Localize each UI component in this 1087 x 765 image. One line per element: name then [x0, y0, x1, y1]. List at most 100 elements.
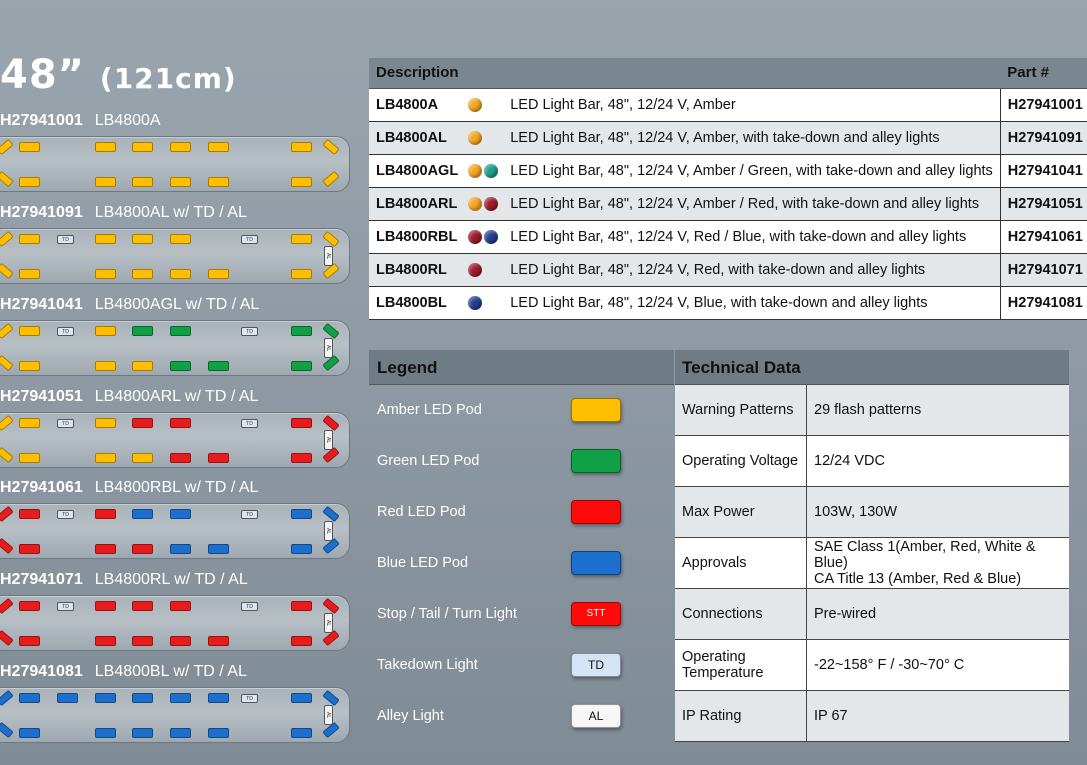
- legend-label: Amber LED Pod: [377, 402, 482, 418]
- led-pod: [208, 693, 229, 703]
- lightbar-model: LB4800AGL w/ TD / AL: [94, 296, 260, 313]
- led-pod: [19, 544, 40, 554]
- led-pod: [291, 142, 312, 152]
- lightbar-label: H27941001 LB4800A: [0, 112, 161, 130]
- tech-value: IP 67: [814, 708, 848, 724]
- led-pod: [19, 418, 40, 428]
- legend-label: Red LED Pod: [377, 504, 466, 520]
- led-pod: [132, 177, 153, 187]
- alley-pod: AL: [324, 338, 333, 358]
- takedown-pod: TD: [241, 694, 258, 703]
- led-pod: [95, 269, 116, 279]
- tech-row: Max Power 103W, 130W: [675, 487, 1069, 538]
- color-dot-icon: [468, 295, 483, 310]
- model-cell: LB4800AL: [369, 121, 466, 155]
- led-pod: [95, 509, 116, 519]
- corner-pod: [0, 354, 14, 372]
- led-pod: [95, 418, 116, 428]
- tech-value: SAE Class 1(Amber, Red, White & Blue) CA …: [814, 539, 1036, 587]
- tech-row: IP Rating IP 67: [675, 691, 1069, 742]
- led-pod: [19, 453, 40, 463]
- led-pod: [95, 728, 116, 738]
- takedown-pod: TD: [241, 327, 258, 336]
- led-pod: [19, 177, 40, 187]
- lightbar-label: H27941051 LB4800ARL w/ TD / AL: [0, 388, 258, 406]
- led-pod: [132, 636, 153, 646]
- color-dot-icon: [468, 163, 483, 178]
- led-pod: [19, 636, 40, 646]
- led-pod: [19, 693, 40, 703]
- led-pod: [291, 509, 312, 519]
- lightbar-drawing: [0, 136, 350, 192]
- color-dots-cell: [465, 253, 504, 287]
- technical-data-title: Technical Data: [675, 350, 1069, 385]
- led-pod: [291, 326, 312, 336]
- legend-label: Alley Light: [377, 708, 444, 724]
- tech-key: Operating Voltage: [675, 436, 807, 486]
- corner-pod: [0, 414, 14, 432]
- led-pod: [132, 361, 153, 371]
- corner-pod: [0, 537, 14, 555]
- led-pod: [95, 142, 116, 152]
- tech-key: Connections: [675, 589, 807, 639]
- legend-title: Legend: [369, 350, 674, 385]
- led-pod: [132, 728, 153, 738]
- lightbar-drawing: TDTDALAL: [0, 595, 350, 651]
- lightbar-block: H27941091LB4800AL w/ TD / ALTDTDALAL: [0, 204, 350, 284]
- led-pod: [208, 728, 229, 738]
- lightbar-block: H27941081LB4800BL w/ TD / ALTDALAL: [0, 663, 350, 743]
- table-row: LB4800RL LED Light Bar, 48", 12/24 V, Red…: [369, 253, 1087, 287]
- legend-label: Takedown Light: [377, 657, 478, 673]
- led-pod: [291, 544, 312, 554]
- legend-item: Blue LED Pod: [369, 538, 674, 589]
- led-pod: [208, 453, 229, 463]
- lightbar-label: H27941081 LB4800BL w/ TD / AL: [0, 663, 247, 681]
- led-pod: [170, 326, 191, 336]
- tech-row: Connections Pre-wired: [675, 589, 1069, 640]
- tech-value: 29 flash patterns: [814, 402, 922, 418]
- corner-pod: [322, 689, 340, 707]
- description-table: Description Part # LB4800A LED Light Bar,…: [369, 58, 1087, 320]
- part-number-cell: H27941091: [999, 121, 1087, 155]
- led-pod: [19, 601, 40, 611]
- page-title: 48” (121cm): [0, 52, 237, 98]
- led-pod: [132, 269, 153, 279]
- led-pod: [170, 269, 191, 279]
- tech-value: -22~158° F / -30~70° C: [814, 657, 965, 673]
- legend-item: Green LED Pod: [369, 436, 674, 487]
- alley-pod: AL: [324, 246, 333, 266]
- lightbar-part-number: H27941091: [0, 204, 83, 221]
- led-pod: [170, 142, 191, 152]
- model-cell: LB4800RL: [369, 253, 466, 287]
- led-pod: [19, 269, 40, 279]
- legend-label: Stop / Tail / Turn Light: [377, 606, 517, 622]
- led-pod: [208, 636, 229, 646]
- lightbar-label: H27941071 LB4800RL w/ TD / AL: [0, 571, 248, 589]
- led-pod: [95, 544, 116, 554]
- lightbar-part-number: H27941041: [0, 296, 83, 313]
- tech-value: Pre-wired: [814, 606, 877, 622]
- color-dots-cell: [465, 286, 504, 320]
- takedown-pod: TD: [241, 510, 258, 519]
- description-header: Description: [369, 58, 1001, 89]
- led-pod: [132, 509, 153, 519]
- color-dot-icon: [468, 97, 483, 112]
- size-metric: (121cm): [99, 62, 237, 95]
- led-pod: [132, 326, 153, 336]
- description-cell: LED Light Bar, 48", 12/24 V, Amber / Red…: [503, 187, 1001, 221]
- part-number-cell: H27941081: [999, 286, 1087, 320]
- corner-pod: [322, 322, 340, 340]
- part-number-cell: H27941051: [999, 187, 1087, 221]
- model-cell: LB4800A: [369, 88, 466, 122]
- tech-value: 12/24 VDC: [814, 453, 885, 469]
- led-pod: [170, 234, 191, 244]
- led-pod: [19, 142, 40, 152]
- color-dot-icon: [468, 196, 483, 211]
- lightbar-model: LB4800BL w/ TD / AL: [94, 663, 247, 680]
- tech-row: Warning Patterns 29 flash patterns: [675, 385, 1069, 436]
- color-dot-icon: [468, 130, 483, 145]
- model-cell: LB4800ARL: [369, 187, 466, 221]
- lightbar-part-number: H27941001: [0, 112, 83, 129]
- table-row: LB4800ARL LED Light Bar, 48", 12/24 V, Am…: [369, 187, 1087, 221]
- color-dots-cell: [465, 154, 504, 188]
